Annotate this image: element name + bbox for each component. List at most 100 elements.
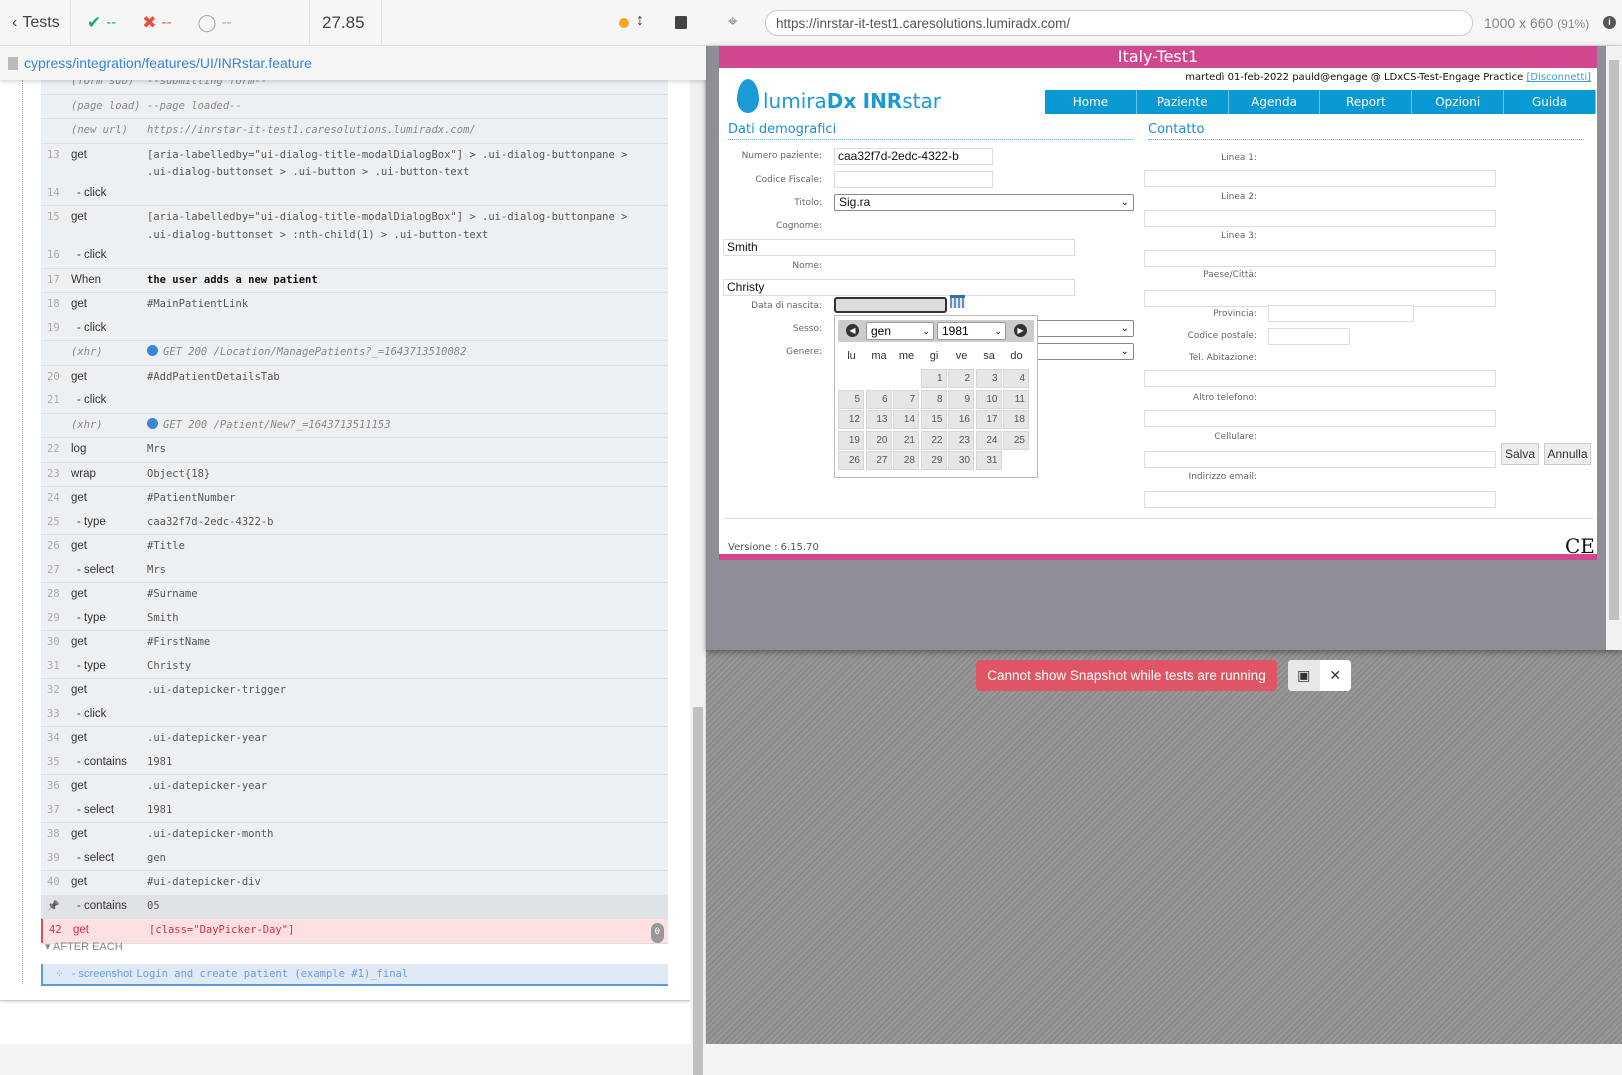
calendar-day[interactable]: 31 — [975, 451, 1002, 470]
command-row[interactable]: 18 get #MainPatientLink — [41, 293, 668, 317]
calendar-day[interactable]: 20 — [865, 430, 892, 450]
command-row[interactable]: 20 get #AddPatientDetailsTab — [41, 366, 668, 390]
nav-paziente[interactable]: Paziente — [1137, 90, 1229, 114]
nav-report[interactable]: Report — [1320, 90, 1413, 114]
url-input[interactable]: https://inrstar-it-test1.caresolutions.l… — [765, 10, 1473, 36]
calendar-day[interactable]: 10 — [975, 389, 1002, 409]
command-row[interactable]: 26 get #Title — [41, 535, 668, 559]
command-row[interactable]: 15 get [aria-labelledby="ui-dialog-title-m… — [41, 206, 668, 244]
command-row[interactable]: 32 get .ui-datepicker-trigger — [41, 679, 668, 703]
spec-file-link[interactable]: cypress/integration/features/UI/INRstar.… — [24, 55, 312, 71]
command-row[interactable]: 37 - select 1981 — [41, 799, 668, 823]
command-row[interactable]: 14 - click — [41, 182, 668, 206]
command-row[interactable]: 40 get #ui-datepicker-div — [41, 871, 668, 895]
calendar-day[interactable]: 26 — [838, 451, 864, 470]
nav-guida[interactable]: Guida — [1504, 90, 1596, 114]
calendar-day[interactable]: 7 — [893, 389, 919, 409]
calendar-day[interactable]: 18 — [1003, 410, 1029, 429]
contact-input[interactable] — [1144, 410, 1496, 427]
next-month-button[interactable]: ▶ — [1014, 324, 1027, 337]
command-row[interactable]: 33 - click — [41, 703, 668, 727]
command-row[interactable]: 27 - select Mrs — [41, 559, 668, 583]
stop-button[interactable] — [675, 16, 687, 29]
dob-input[interactable] — [834, 297, 947, 313]
calendar-day[interactable]: 21 — [893, 430, 919, 450]
calendar-day[interactable]: 23 — [948, 430, 974, 450]
command-row[interactable]: 38 get .ui-datepicker-month — [41, 823, 668, 847]
calendar-icon[interactable] — [950, 295, 965, 308]
title-select[interactable]: Sig.ra ⌄ — [834, 194, 1134, 211]
command-row[interactable]: 34 get .ui-datepicker-year — [41, 727, 668, 751]
highlight-toggle-icon[interactable]: ▣ — [1288, 660, 1320, 691]
command-row[interactable]: 42 get [class="DayPicker-Day"] 0 — [41, 919, 668, 943]
calendar-day[interactable]: 29 — [920, 451, 947, 470]
command-row[interactable]: 28 get #Surname — [41, 583, 668, 607]
command-row[interactable]: 📌 - contains 05 — [41, 894, 668, 918]
command-row[interactable]: 36 get .ui-datepicker-year — [41, 775, 668, 799]
command-row[interactable]: (new url) https://inrstar-it-test1.careso… — [41, 119, 668, 143]
calendar-day[interactable]: 11 — [1003, 389, 1029, 409]
calendar-day[interactable]: 13 — [865, 410, 892, 429]
save-button[interactable]: Salva — [1501, 443, 1539, 465]
calendar-day[interactable]: 28 — [893, 451, 919, 470]
logout-link[interactable]: [Disconnetti] — [1526, 72, 1591, 83]
calendar-day[interactable]: 15 — [920, 410, 947, 429]
info-icon[interactable]: i — [1603, 16, 1616, 29]
calendar-day[interactable]: 25 — [1003, 430, 1029, 450]
command-row[interactable]: 30 get #FirstName — [41, 631, 668, 655]
command-row[interactable]: 24 get #PatientNumber — [41, 487, 668, 511]
command-row[interactable]: (xhr) GET 200 /Location/ManagePatients?_=… — [41, 341, 668, 365]
command-log-scrollbar[interactable] — [691, 46, 705, 1075]
calendar-day[interactable]: 19 — [838, 430, 864, 450]
command-row[interactable]: 23 wrap Object{18} — [41, 463, 668, 487]
command-row[interactable]: (page load) --page loaded-- — [41, 95, 668, 119]
nav-home[interactable]: Home — [1045, 90, 1137, 114]
back-to-tests-button[interactable]: ‹ Tests — [0, 0, 71, 46]
command-row[interactable]: 31 - type Christy — [41, 655, 668, 679]
calendar-day[interactable]: 2 — [948, 369, 974, 388]
selector-playground-icon[interactable]: ⌖ — [728, 12, 738, 32]
calendar-day[interactable]: 22 — [920, 430, 947, 450]
prev-month-button[interactable]: ◀ — [846, 324, 859, 337]
close-icon[interactable]: ✕ — [1320, 660, 1352, 691]
contact-input[interactable] — [1268, 305, 1414, 322]
auto-scroll-icon[interactable]: ↕ — [636, 12, 644, 30]
fiscal-code-input[interactable] — [834, 171, 993, 188]
contact-input[interactable] — [1144, 210, 1496, 227]
calendar-day[interactable]: 3 — [975, 369, 1002, 388]
calendar-day[interactable]: 14 — [893, 410, 919, 429]
command-row[interactable]: 39 - select gen — [41, 847, 668, 871]
contact-input[interactable] — [1144, 170, 1496, 187]
calendar-day[interactable]: 8 — [920, 389, 947, 409]
calendar-day[interactable]: 30 — [948, 451, 974, 470]
nav-agenda[interactable]: Agenda — [1229, 90, 1321, 114]
year-select[interactable]: 1981 ⌄ — [937, 322, 1006, 340]
month-select[interactable]: gen ⌄ — [866, 322, 934, 340]
contact-input[interactable] — [1144, 451, 1496, 468]
contact-input[interactable] — [1144, 491, 1496, 508]
calendar-day[interactable]: 16 — [948, 410, 974, 429]
scrollbar-thumb[interactable] — [1609, 60, 1619, 620]
calendar-day[interactable]: 24 — [975, 430, 1002, 450]
command-row[interactable]: 17 When the user adds a new patient — [41, 269, 668, 293]
command-row[interactable]: 29 - type Smith — [41, 607, 668, 631]
calendar-day[interactable]: 9 — [948, 389, 974, 409]
calendar-day[interactable]: 12 — [838, 410, 864, 429]
command-row[interactable]: (xhr) GET 200 /Patient/New?_=164371351115… — [41, 414, 668, 438]
after-each-hook[interactable]: ▾ AFTER EACH — [45, 940, 123, 953]
calendar-day[interactable]: 5 — [838, 389, 864, 409]
aut-scrollbar[interactable] — [1606, 46, 1622, 650]
calendar-day[interactable]: 6 — [865, 389, 892, 409]
screenshot-command-row[interactable]: ⁘ - screenshot Login and create patient … — [41, 964, 668, 986]
calendar-day[interactable]: 1 — [920, 369, 947, 388]
command-row[interactable]: 22 log Mrs — [41, 438, 668, 462]
contact-input[interactable] — [1144, 370, 1496, 387]
surname-input[interactable]: Smith — [723, 239, 1075, 256]
first-name-input[interactable]: Christy — [723, 279, 1075, 296]
scrollbar-thumb[interactable] — [693, 707, 703, 1075]
calendar-day[interactable]: 17 — [975, 410, 1002, 429]
contact-input[interactable] — [1144, 250, 1496, 267]
cancel-button[interactable]: Annulla — [1544, 443, 1591, 465]
nav-opzioni[interactable]: Opzioni — [1412, 90, 1505, 114]
command-row[interactable]: 21 - click — [41, 389, 668, 413]
